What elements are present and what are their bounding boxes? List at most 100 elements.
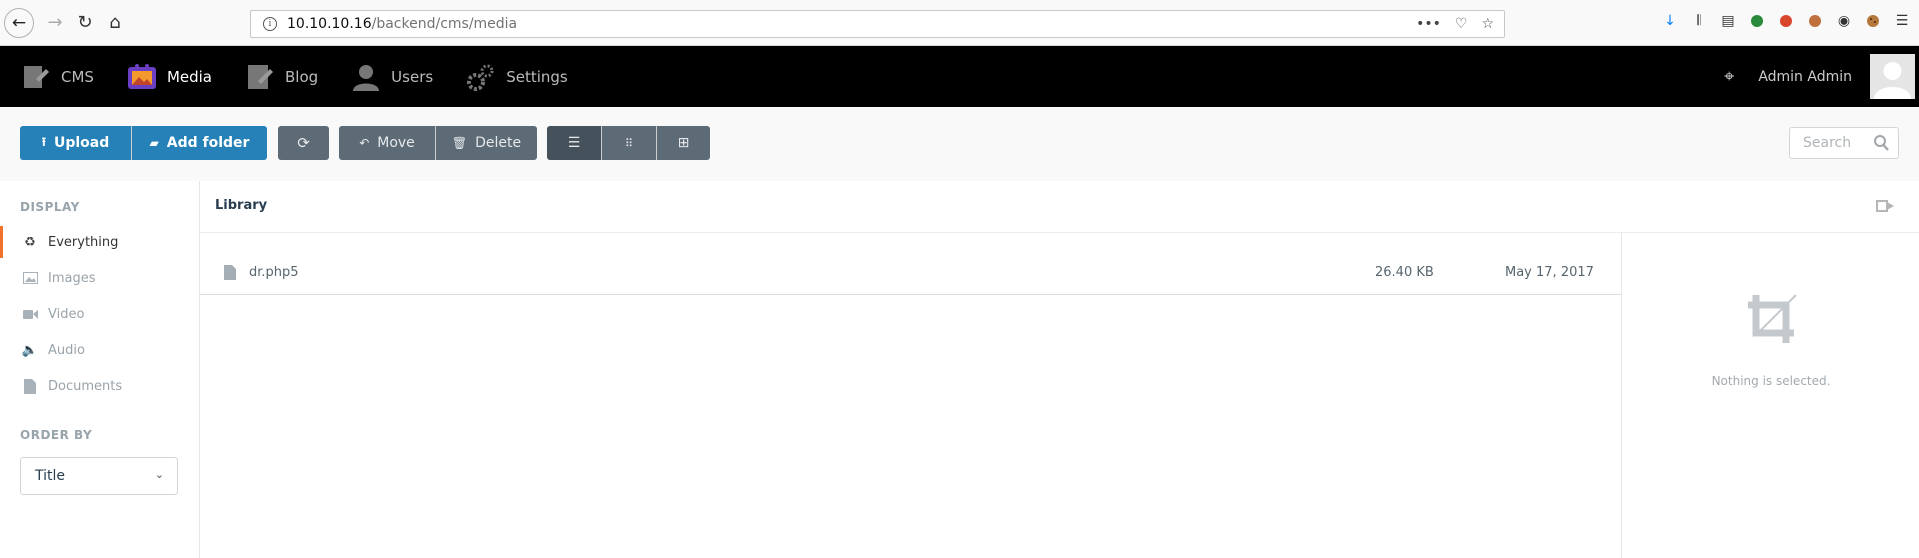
users-icon	[351, 62, 381, 92]
search-input[interactable]: Search	[1789, 127, 1899, 159]
library-icon[interactable]: 𝄃	[1690, 12, 1708, 30]
library-panel: Library dr.php5 26.40 KB May 17, 2017	[200, 181, 1919, 558]
nav-users[interactable]: Users	[330, 46, 445, 107]
move-reply-icon: ↶	[359, 136, 370, 150]
nav-settings-label: Settings	[506, 67, 568, 86]
add-folder-label: Add folder	[166, 135, 250, 151]
image-icon	[22, 272, 38, 284]
cookie-icon[interactable]	[1864, 12, 1882, 30]
collapse-panel-icon[interactable]	[1876, 198, 1896, 218]
move-delete-group: ↶ Move 🗑 Delete	[339, 126, 537, 160]
account-icon[interactable]: ◉	[1835, 12, 1853, 30]
details-panel: Nothing is selected.	[1621, 233, 1919, 558]
media-icon	[127, 62, 157, 92]
upload-button[interactable]: ⭱ Upload	[20, 126, 131, 160]
order-by-value: Title	[35, 468, 66, 484]
file-date: May 17, 2017	[1505, 265, 1594, 280]
forward-button[interactable]: →	[40, 8, 70, 38]
search-placeholder: Search	[1803, 135, 1852, 151]
sidebar-item-everything[interactable]: ♻ Everything	[0, 226, 199, 258]
delete-label: Delete	[475, 135, 522, 151]
view-mode-group: ☰ ⠿ ⊞	[547, 126, 710, 160]
table-row[interactable]: dr.php5 26.40 KB May 17, 2017	[200, 251, 1621, 295]
video-camera-icon	[22, 309, 38, 320]
nav-blog[interactable]: Blog	[224, 46, 330, 107]
url-path: /backend/cms/media	[371, 16, 518, 32]
sidebar-item-audio[interactable]: 🔈 Audio	[0, 334, 199, 366]
refresh-icon: ⟳	[297, 134, 310, 152]
sidebar-toggle-icon[interactable]: ▤	[1719, 12, 1737, 30]
empty-selection-text: Nothing is selected.	[1711, 374, 1831, 388]
trash-icon: 🗑	[451, 136, 468, 150]
move-button[interactable]: ↶ Move	[339, 126, 435, 160]
pocket-icon[interactable]: ♡	[1455, 16, 1468, 32]
extension-red-icon[interactable]	[1777, 12, 1795, 30]
search-icon[interactable]	[1873, 134, 1889, 156]
home-button[interactable]: ⌂	[100, 8, 130, 38]
document-icon	[22, 378, 38, 394]
nav-settings[interactable]: Settings	[445, 46, 580, 107]
sidebar-item-label: Everything	[48, 234, 119, 250]
url-bar[interactable]: i 10.10.10.16/backend/cms/media ••• ♡ ☆	[250, 10, 1505, 38]
media-toolbar: ⭱ Upload ▰ Add folder ⟳ ↶ Move 🗑 Delete ☰ ⠿ …	[0, 107, 1919, 181]
extension-cookie-icon[interactable]	[1806, 12, 1824, 30]
recycle-icon: ♻	[24, 234, 36, 250]
upload-icon: ⭱	[41, 134, 46, 149]
display-heading: DISPLAY	[20, 200, 80, 214]
order-by-select[interactable]: Title ⌄	[20, 457, 178, 495]
sidebar-item-documents[interactable]: Documents	[0, 370, 199, 402]
back-button[interactable]: ←	[4, 7, 34, 38]
sidebar-item-label: Video	[48, 306, 85, 322]
list-view-icon: ☰	[567, 135, 581, 151]
view-grid-large-button[interactable]: ⊞	[657, 126, 710, 160]
nav-media-label: Media	[166, 67, 212, 86]
nav-users-label: Users	[391, 67, 434, 86]
crop-icon	[1746, 293, 1798, 349]
refresh-button-group: ⟳	[278, 126, 329, 160]
nav-cms[interactable]: CMS	[0, 46, 106, 107]
upload-button-group: ⭱ Upload ▰ Add folder	[20, 126, 267, 160]
cms-icon	[21, 62, 51, 92]
refresh-button[interactable]: ⟳	[278, 126, 329, 160]
order-by-heading: ORDER BY	[20, 428, 93, 442]
view-grid-small-button[interactable]: ⠿	[602, 126, 656, 160]
avatar[interactable]	[1870, 54, 1915, 99]
file-size: 26.40 KB	[1375, 265, 1434, 280]
sidebar-item-label: Images	[48, 270, 96, 286]
sidebar-item-label: Audio	[48, 342, 85, 358]
settings-gear-icon	[466, 62, 496, 92]
nav-media[interactable]: Media	[106, 46, 224, 107]
sidebar-item-video[interactable]: Video	[0, 298, 199, 330]
upload-label: Upload	[53, 135, 110, 151]
small-grid-icon: ⠿	[624, 136, 634, 150]
folder-icon: ▰	[149, 136, 159, 150]
menu-icon[interactable]: ☰	[1893, 12, 1911, 30]
url-host: 10.10.10.16	[287, 16, 372, 32]
library-title: Library	[215, 198, 268, 213]
reload-button[interactable]: ↻	[70, 8, 100, 38]
sidebar-item-label: Documents	[48, 378, 123, 394]
more-actions-icon[interactable]: •••	[1416, 16, 1441, 32]
bookmark-star-icon[interactable]: ☆	[1481, 16, 1494, 32]
extension-green-icon[interactable]	[1748, 12, 1766, 30]
speaker-icon: 🔈	[21, 342, 39, 358]
large-grid-icon: ⊞	[677, 135, 690, 151]
info-icon[interactable]: i	[263, 17, 277, 31]
delete-button[interactable]: 🗑 Delete	[436, 126, 537, 160]
blog-icon	[245, 62, 275, 92]
add-folder-button[interactable]: ▰ Add folder	[132, 126, 267, 160]
sidebar-item-images[interactable]: Images	[0, 262, 199, 294]
browser-toolbar: ← → ↻ ⌂ i 10.10.10.16/backend/cms/media …	[0, 0, 1919, 46]
view-list-button[interactable]: ☰	[547, 126, 601, 160]
nav-blog-label: Blog	[285, 67, 319, 86]
filter-sidebar: DISPLAY ♻ Everything Images Video 🔈 Audi…	[0, 181, 200, 558]
download-icon[interactable]: ↓	[1661, 12, 1679, 30]
app-header: CMS Media Blog Users Settings ⌖ Admin Ad…	[0, 46, 1919, 107]
file-name: dr.php5	[249, 265, 299, 280]
crosshair-icon[interactable]: ⌖	[1724, 66, 1734, 87]
file-icon	[224, 265, 236, 284]
chevron-down-icon: ⌄	[154, 468, 164, 481]
nav-cms-label: CMS	[61, 67, 94, 86]
move-label: Move	[377, 135, 415, 151]
user-name[interactable]: Admin Admin	[1758, 69, 1852, 85]
